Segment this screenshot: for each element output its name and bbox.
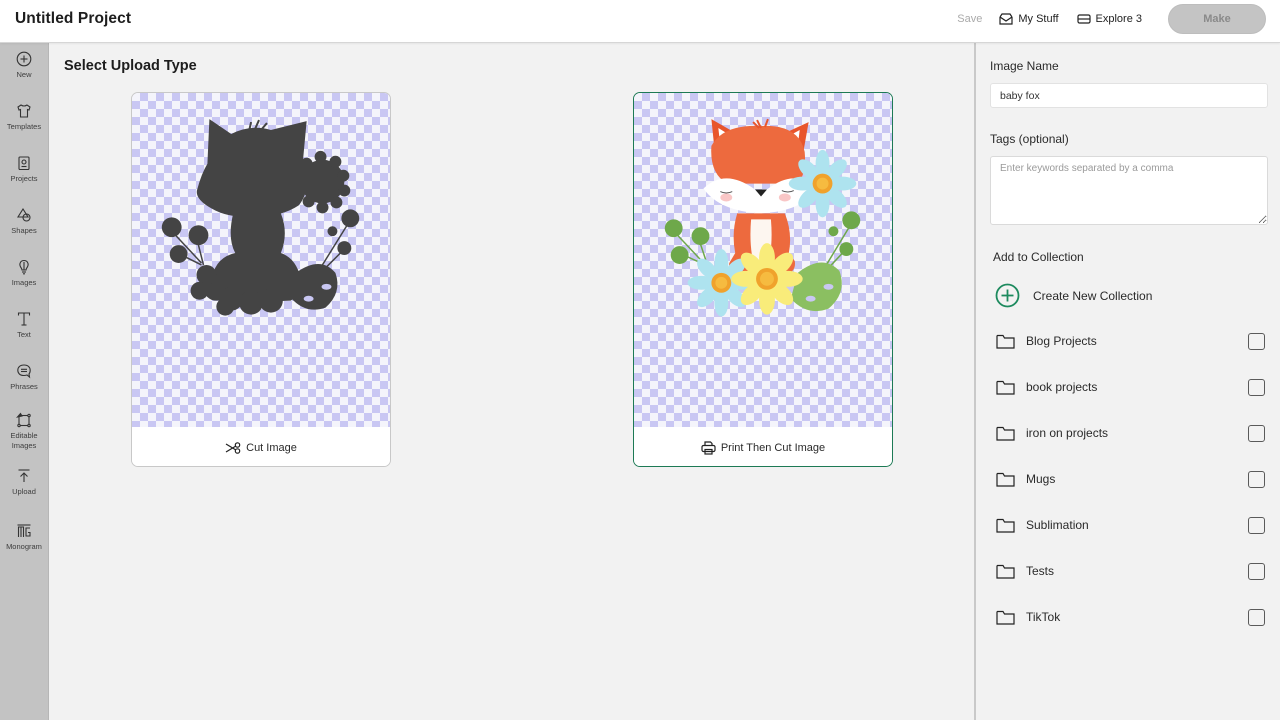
sidebar-label: Templates [6, 122, 42, 131]
collection-title: Add to Collection [993, 250, 1084, 264]
folder-icon [996, 334, 1015, 349]
page-title: Select Upload Type [64, 58, 197, 74]
upload-details-panel: Image Name Tags (optional) Add to Collec… [976, 43, 1280, 720]
speech-bubble-icon [17, 364, 31, 379]
sidebar-label: Editable Images [10, 431, 38, 450]
plus-circle-icon [16, 51, 32, 67]
collection-checkbox[interactable] [1248, 378, 1265, 396]
machine-selector[interactable]: Explore 3 [1076, 13, 1142, 25]
image-name-input[interactable] [990, 83, 1268, 108]
envelope-icon [999, 13, 1013, 25]
printer-icon [701, 440, 716, 455]
folder-icon [996, 610, 1015, 625]
shapes-icon [17, 207, 31, 222]
folder-icon [996, 518, 1015, 533]
sidebar-label: Projects [10, 174, 38, 183]
tshirt-icon [17, 104, 31, 118]
sidebar-label: Upload [12, 487, 36, 496]
sidebar-label: Shapes [11, 226, 37, 235]
top-bar: Untitled Project Save My Stuff Explore 3… [0, 0, 1280, 43]
sidebar-label: Text [17, 330, 31, 339]
sidebar-item-images[interactable]: Images [0, 259, 48, 288]
project-title[interactable]: Untitled Project [15, 10, 131, 28]
collection-checkbox[interactable] [1248, 424, 1265, 442]
sidebar-item-editable-images[interactable]: Editable Images [0, 412, 48, 451]
sidebar-label: Phrases [10, 382, 38, 391]
sidebar-item-projects[interactable]: Projects [0, 155, 48, 184]
machine-label: Explore 3 [1095, 13, 1142, 25]
sidebar-label: Monogram [6, 542, 42, 551]
sidebar-label: Images [11, 278, 37, 287]
folder-icon [996, 426, 1015, 441]
folder-icon [996, 472, 1015, 487]
projects-icon [18, 156, 30, 171]
folder-icon [996, 564, 1015, 579]
image-name-label: Image Name [990, 59, 1059, 73]
collection-name: iron on projects [1026, 426, 1109, 440]
fox-image-preview [664, 118, 861, 317]
collection-checkbox[interactable] [1248, 608, 1265, 626]
collection-checkbox[interactable] [1248, 470, 1265, 488]
sidebar-item-upload[interactable]: Upload [0, 468, 48, 497]
sidebar-item-text[interactable]: Text [0, 311, 48, 340]
collection-checkbox[interactable] [1248, 332, 1265, 350]
collection-checkbox[interactable] [1248, 562, 1265, 580]
machine-icon [1076, 14, 1091, 24]
print-then-cut-label: Print Then Cut Image [720, 441, 826, 454]
collection-item[interactable]: TikTok [996, 605, 1268, 629]
tags-input[interactable] [990, 156, 1268, 225]
sidebar-item-templates[interactable]: Templates [0, 103, 48, 132]
sidebar-item-shapes[interactable]: Shapes [0, 207, 48, 236]
collection-name: Tests [1026, 564, 1055, 578]
editable-images-icon [16, 412, 31, 428]
collection-item[interactable]: Blog Projects [996, 329, 1268, 353]
my-stuff-label: My Stuff [1018, 13, 1059, 25]
print-then-cut-option[interactable]: Print Then Cut Image [633, 92, 893, 467]
collection-item[interactable]: book projects [996, 375, 1268, 399]
sidebar-item-monogram[interactable]: Monogram [0, 523, 48, 552]
cut-image-option[interactable]: Cut Image [131, 92, 391, 467]
cut-silhouette-preview [161, 119, 360, 316]
make-button[interactable]: Make [1168, 4, 1266, 34]
create-new-collection-button[interactable]: Create New Collection [995, 283, 1152, 308]
cut-image-label: Cut Image [246, 441, 297, 454]
scissors-icon [225, 441, 241, 454]
cut-image-footer: Cut Image [132, 427, 390, 466]
collection-item[interactable]: Sublimation [996, 513, 1268, 537]
folder-icon [996, 380, 1015, 395]
sidebar-label: New [16, 70, 32, 79]
lightbulb-icon [19, 259, 29, 275]
collection-name: Sublimation [1026, 518, 1089, 532]
collection-name: TikTok [1026, 610, 1061, 624]
create-new-collection-label: Create New Collection [1033, 288, 1153, 303]
collection-item[interactable]: Mugs [996, 467, 1268, 491]
save-button[interactable]: Save [957, 13, 982, 25]
my-stuff-button[interactable]: My Stuff [999, 13, 1059, 25]
sidebar-item-phrases[interactable]: Phrases [0, 363, 48, 392]
monogram-icon [17, 524, 31, 537]
print-then-cut-footer: Print Then Cut Image [634, 427, 892, 466]
collection-checkbox[interactable] [1248, 516, 1265, 534]
collection-name: book projects [1026, 380, 1098, 394]
header-actions: Save My Stuff Explore 3 Make [957, 4, 1266, 34]
sidebar-item-new[interactable]: New [0, 51, 48, 80]
upload-icon [18, 469, 30, 482]
tags-label: Tags (optional) [990, 132, 1069, 146]
plus-circle-icon [995, 283, 1020, 308]
text-icon [17, 312, 31, 326]
collection-item[interactable]: iron on projects [996, 421, 1268, 445]
collection-name: Mugs [1026, 472, 1056, 486]
collection-name: Blog Projects [1026, 334, 1097, 348]
left-sidebar: New Templates Projects Shapes Images Tex… [0, 43, 49, 720]
collection-item[interactable]: Tests [996, 559, 1268, 583]
